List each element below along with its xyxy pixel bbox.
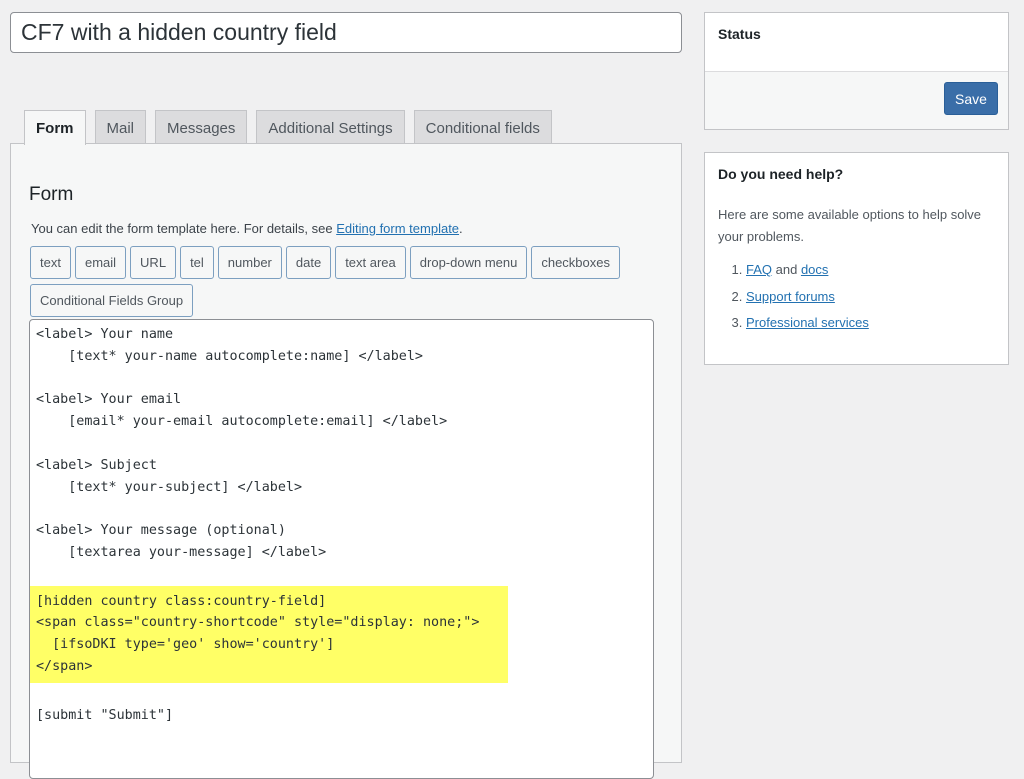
help-item-professional: Professional services [746,310,995,337]
code-line: [ifsoDKI type='geo' show='country'] [36,637,335,653]
support-forums-link[interactable]: Support forums [746,289,835,304]
tag-button-tel[interactable]: tel [180,246,214,279]
help-box: Do you need help? Here are some availabl… [704,152,1009,365]
panel-title: Form [29,184,74,205]
form-panel: Form You can edit the form template here… [10,143,682,779]
tab-conditional-fields[interactable]: Conditional fields [413,110,552,144]
faq-link[interactable]: FAQ [746,262,772,277]
tag-button-number[interactable]: number [217,246,282,279]
tab-mail[interactable]: Mail [94,110,147,144]
save-button[interactable]: Save [944,82,998,115]
panel-description: You can edit the form template here. For… [31,221,463,236]
tag-button-conditional-fields-group[interactable]: Conditional Fields Group [30,284,194,317]
code-line: [email* your-email autocomplete:email] <… [36,414,448,430]
help-item-faq-docs: FAQ and docs [746,257,995,284]
status-title: Status [705,13,1008,72]
tag-button-date[interactable]: date [285,246,332,279]
tag-button-drop-down-menu[interactable]: drop-down menu [409,246,528,279]
tab-messages[interactable]: Messages [155,110,248,144]
tag-button-url[interactable]: URL [130,246,177,279]
tag-button-text-area[interactable]: text area [335,246,406,279]
form-template-editor[interactable]: <label> Your name [text* your-name autoc… [29,319,654,779]
tab-bar: Form Mail Messages Additional Settings C… [24,110,561,145]
code-section-after: [submit "Submit"] [36,683,647,727]
help-description: Here are some available options to help … [718,207,982,244]
status-box: Status Save [704,12,1009,130]
code-section-before: <label> Your name [text* your-name autoc… [36,324,647,586]
professional-services-link[interactable]: Professional services [746,315,869,330]
code-line: [submit "Submit"] [36,707,174,723]
description-text: You can edit the form template here. For… [31,221,337,236]
tab-form[interactable]: Form [24,110,86,145]
docs-link[interactable]: docs [801,262,828,277]
code-line: [text* your-name autocomplete:name] </la… [36,348,423,364]
code-line: <label> Your name [36,327,174,342]
help-item-support: Support forums [746,284,995,311]
form-title-input[interactable] [10,12,682,53]
tab-additional-settings[interactable]: Additional Settings [256,110,405,144]
tag-button-checkboxes[interactable]: checkboxes [531,246,620,279]
description-suffix: . [459,221,463,236]
code-line: <span class="country-shortcode" style="d… [36,615,480,631]
code-line: [text* your-subject] </label> [36,479,303,495]
code-line: [textarea your-message] </label> [36,544,327,560]
code-line: <label> Your email [36,392,182,408]
tag-generator-buttons: text email URL tel number date text area… [30,246,670,317]
tag-button-text[interactable]: text [30,246,71,279]
help-title: Do you need help? [718,166,844,182]
help-links-list: FAQ and docs Support forums Professional… [718,257,995,337]
and-text: and [772,262,801,277]
status-actions: Save [705,72,1008,129]
highlighted-code-block: [hidden country class:country-field] <spa… [30,585,508,683]
tag-button-email[interactable]: email [74,246,127,279]
editing-form-template-link[interactable]: Editing form template [336,221,459,236]
code-line: </span> [36,658,93,674]
code-line: <label> Subject [36,457,157,473]
code-line: [hidden country class:country-field] [36,593,327,609]
code-line: <label> Your message (optional) [36,523,286,539]
